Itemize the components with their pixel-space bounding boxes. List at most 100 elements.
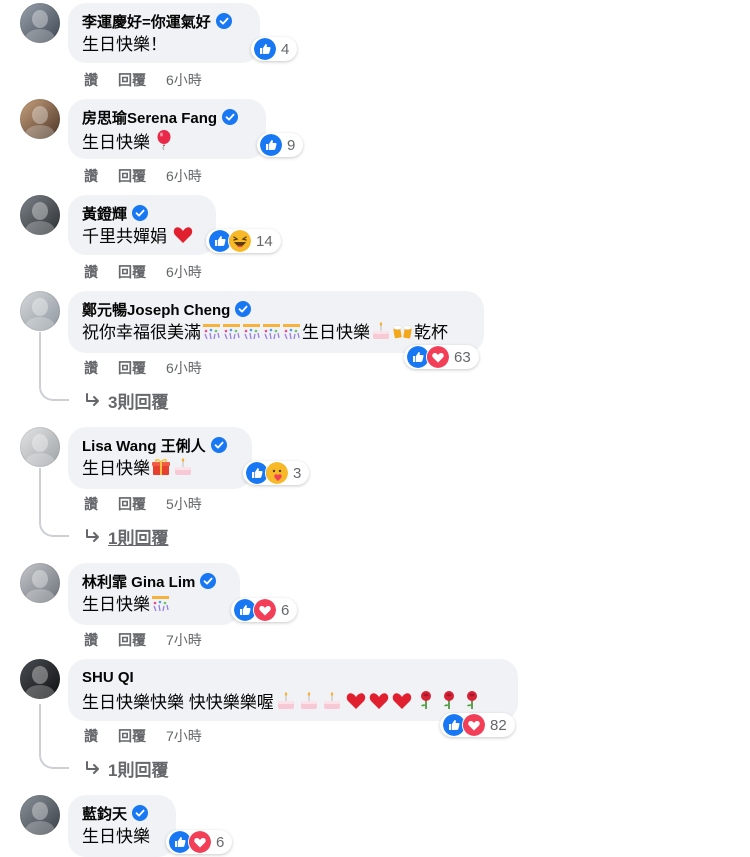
comment-actions: 讚 回覆 7小時 [84,726,202,746]
comment-text: 生日快樂 [82,459,150,478]
view-replies-link[interactable]: 1則回覆 [84,524,168,549]
comment-text: 生日快樂 [82,133,150,152]
view-replies-link[interactable]: 1則回覆 [84,756,168,781]
replies-count-label: 3則回覆 [108,393,169,412]
comment-actions: 讚 回覆 6小時 [84,166,202,186]
reply-arrow-icon [84,528,102,545]
reaction-count: 63 [454,348,471,366]
comment-author[interactable]: SHU QI [82,669,134,686]
like-button[interactable]: 讚 [84,726,98,746]
reaction-summary[interactable]: 9 [257,133,304,157]
comment-author[interactable]: 鄭元暢Joseph Cheng [82,299,230,320]
reaction-summary[interactable]: 6 [231,598,298,622]
comment-author[interactable]: 黃鐙輝 [82,203,127,224]
comment-author[interactable]: 房思瑜Serena Fang [82,107,217,128]
like-button[interactable]: 讚 [84,70,98,90]
comment-author[interactable]: Lisa Wang 王俐人 [82,435,206,456]
like-button[interactable]: 讚 [84,494,98,514]
reply-button[interactable]: 回覆 [118,358,146,378]
timestamp[interactable]: 5小時 [166,494,202,514]
care-reaction-icon [265,461,289,485]
avatar[interactable] [20,291,60,331]
thread-line [39,332,41,384]
red-heart-emoji [173,226,194,244]
avatar[interactable] [20,659,60,699]
comment-text-row: 千里共嬋娟 [82,226,202,248]
avatar[interactable] [20,795,60,835]
reply-button[interactable]: 回覆 [118,70,146,90]
reaction-count: 14 [256,232,273,250]
reply-button[interactable]: 回覆 [118,726,146,746]
comment-text: 生日快樂 [302,323,370,342]
comment-text-row: 生日快樂 [82,458,238,480]
timestamp[interactable]: 7小時 [166,630,202,650]
thread-connector [39,751,69,769]
reply-button[interactable]: 回覆 [118,166,146,186]
reaction-count: 3 [293,464,302,482]
comment-text: 生日快樂 [82,595,150,614]
gift-emoji [151,458,172,476]
comment-bubble: 藍鈞天 生日快樂 [68,795,176,857]
beers-emoji [393,322,414,340]
avatar[interactable] [20,99,60,139]
timestamp[interactable]: 6小時 [166,262,202,282]
like-button[interactable]: 讚 [84,262,98,282]
like-button[interactable]: 讚 [84,358,98,378]
comment-actions: 讚 回覆 6小時 [84,70,202,90]
comment-text: 生日快樂！ [82,35,167,54]
timestamp[interactable]: 6小時 [166,70,202,90]
comment-actions: 讚 回覆 6小時 [84,262,202,282]
verified-badge-icon [222,109,239,125]
comment-bubble: 鄭元暢Joseph Cheng 祝你幸福很美滿 生日快樂 乾杯 [68,291,484,353]
reaction-summary[interactable]: 6 [166,830,233,854]
comment-text: 千里共嬋娟 [82,227,167,246]
reaction-count: 4 [281,40,290,58]
like-button[interactable]: 讚 [84,166,98,186]
reply-button[interactable]: 回覆 [118,262,146,282]
thread-connector [39,383,69,401]
comment-bubble: SHU QI 生日快樂快樂 快快樂樂喔 [68,659,518,721]
timestamp[interactable]: 7小時 [166,726,202,746]
comment-author[interactable]: 藍鈞天 [82,803,127,824]
comment-text-row: 祝你幸福很美滿 生日快樂 乾杯 [82,322,470,344]
comment-bubble: 李運慶好=你運氣好 生日快樂！ [68,3,260,63]
reaction-count: 6 [281,601,290,619]
verified-badge-icon [200,573,217,589]
timestamp[interactable]: 6小時 [166,358,202,378]
replies-count-label: 1則回覆 [108,529,169,548]
view-replies-link[interactable]: 3則回覆 [84,388,168,413]
cake-emoji [275,692,344,710]
reply-arrow-icon [84,392,102,409]
comments-feed: 李運慶好=你運氣好 生日快樂！ 4 讚 回覆 6小時 房思瑜Serena Fan… [0,0,750,857]
like-reaction-icon [259,133,283,157]
reaction-summary[interactable]: 4 [251,37,298,61]
avatar[interactable] [20,195,60,235]
comment-text-row: 生日快樂 [82,594,226,616]
verified-badge-icon [235,301,252,317]
reaction-summary[interactable]: 3 [243,461,310,485]
reaction-summary[interactable]: 63 [404,345,479,369]
comment-author[interactable]: 李運慶好=你運氣好 [82,11,211,32]
comment-bubble: Lisa Wang 王俐人 生日快樂 [68,427,252,489]
comment-actions: 讚 回覆 5小時 [84,494,202,514]
reply-button[interactable]: 回覆 [118,494,146,514]
like-button[interactable]: 讚 [84,630,98,650]
reaction-summary[interactable]: 82 [440,713,515,737]
love-reaction-icon [426,345,450,369]
reply-button[interactable]: 回覆 [118,630,146,650]
comment-bubble: 林利霏 Gina Lim 生日快樂 [68,563,240,625]
comment-bubble: 房思瑜Serena Fang 生日快樂 [68,99,266,159]
comment-text: 生日快樂 [82,827,150,846]
cake-emoji [371,322,392,340]
like-reaction-icon [253,37,277,61]
comment-actions: 讚 回覆 7小時 [84,630,202,650]
reaction-summary[interactable]: 14 [206,229,281,253]
love-reaction-icon [253,598,277,622]
comment-text-row: 生日快樂快樂 快快樂樂喔 [82,690,504,714]
comment-author[interactable]: 林利霏 Gina Lim [82,571,195,592]
avatar[interactable] [20,3,60,43]
verified-badge-icon [215,13,232,29]
timestamp[interactable]: 6小時 [166,166,202,186]
avatar[interactable] [20,563,60,603]
avatar[interactable] [20,427,60,467]
